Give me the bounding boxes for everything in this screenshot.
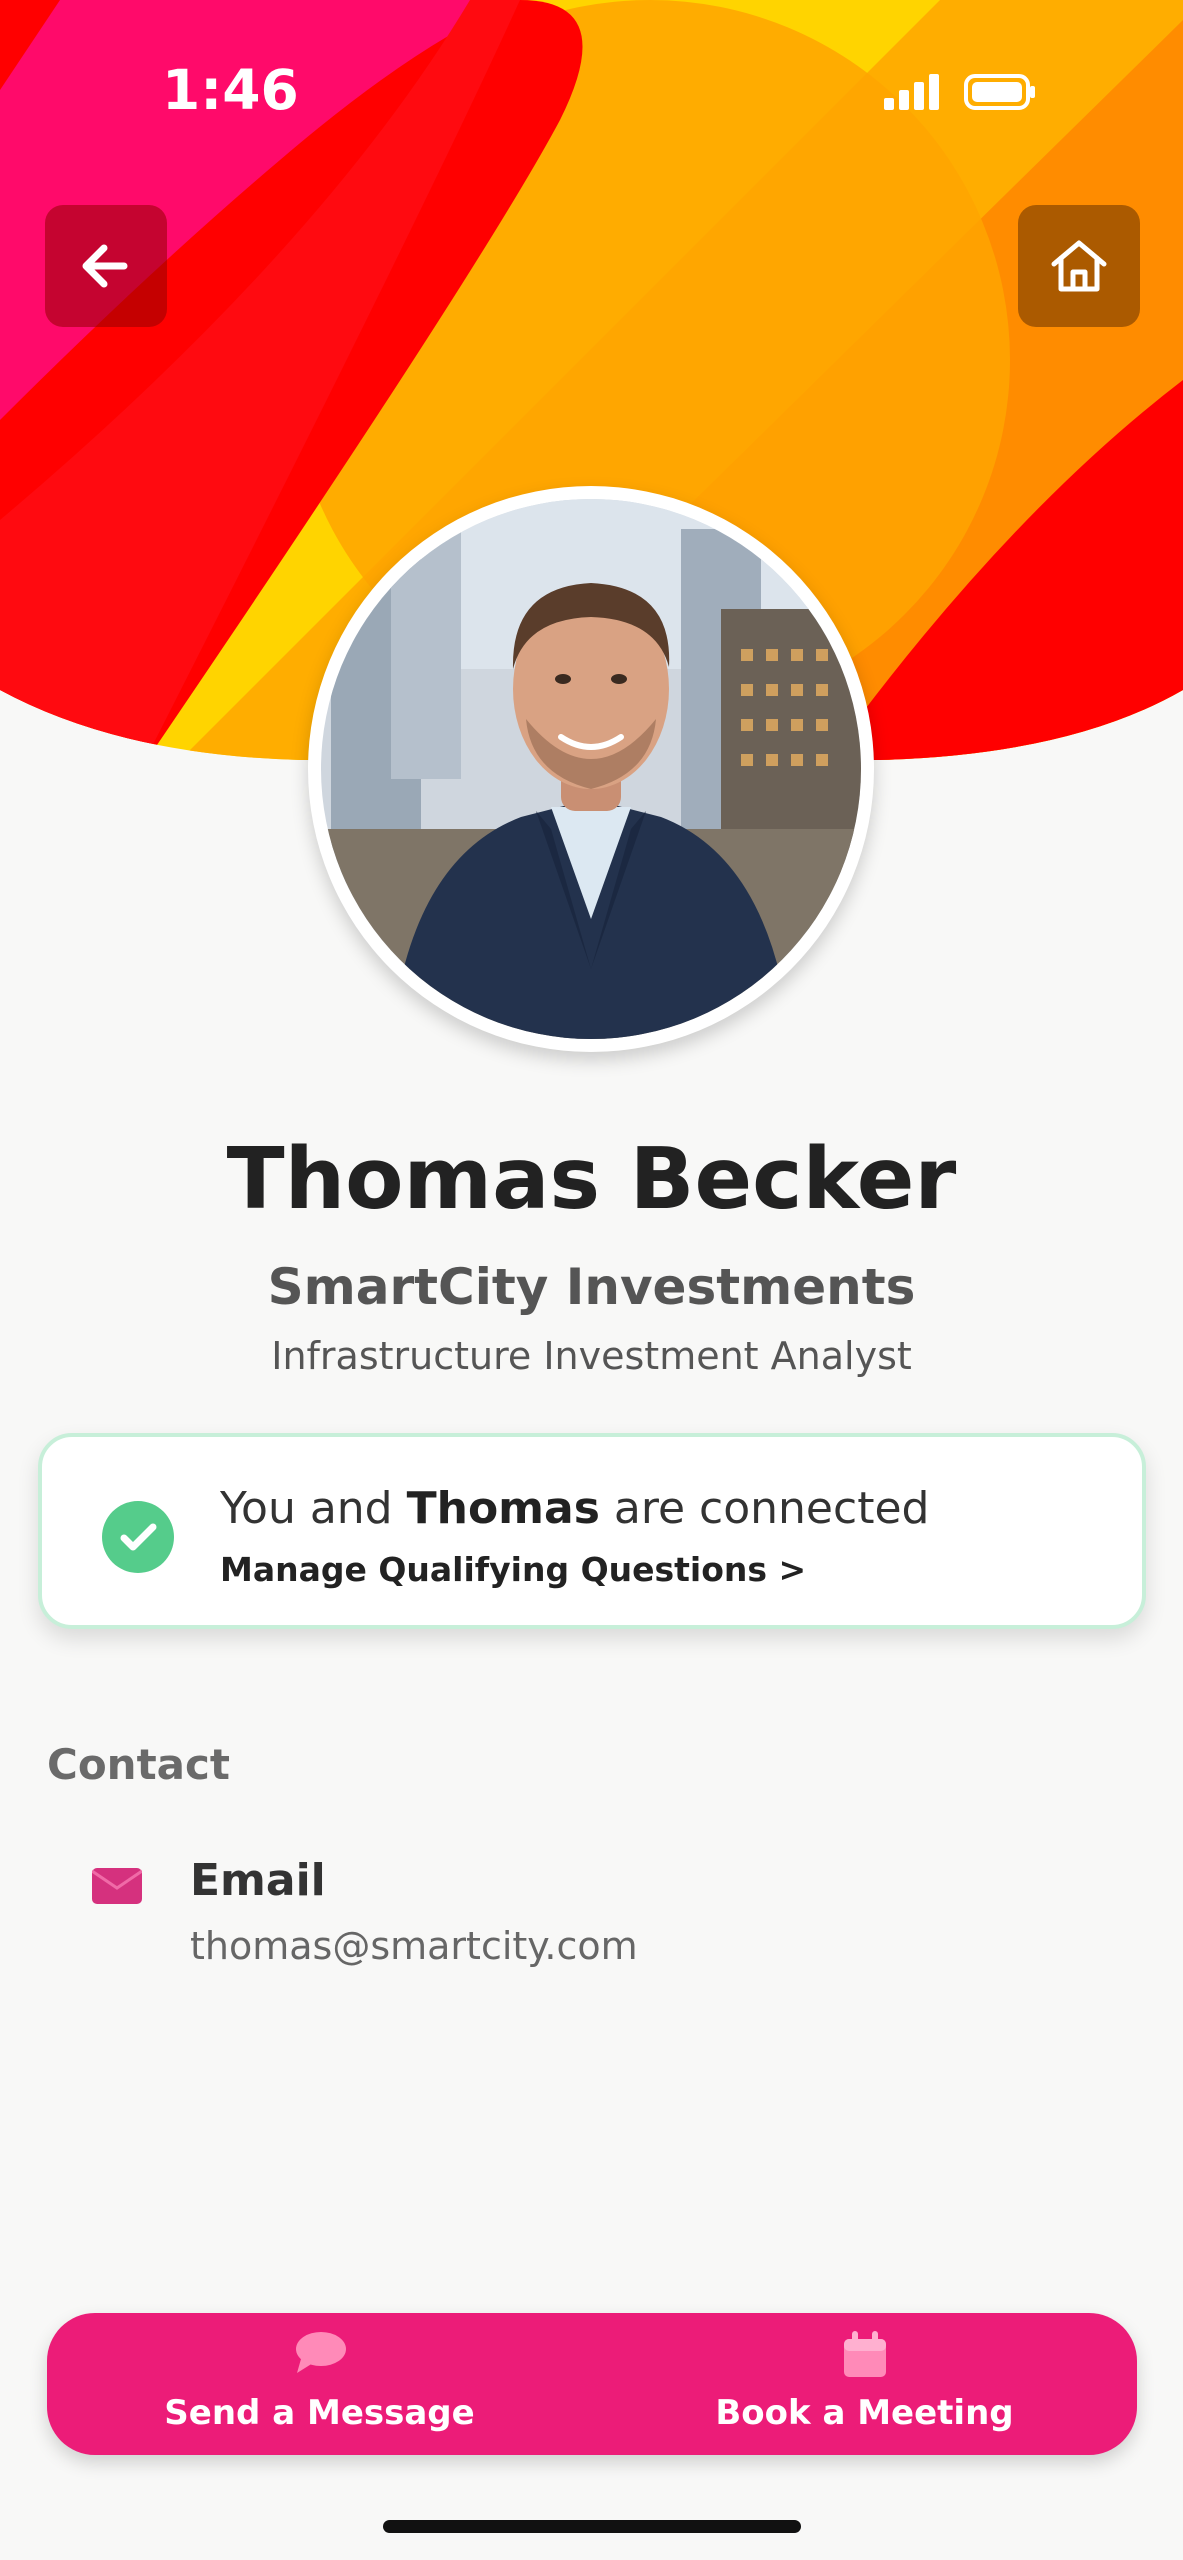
connection-name: Thomas [406, 1483, 600, 1534]
book-meeting-label: Book a Meeting [715, 2393, 1014, 2433]
battery-icon [964, 74, 1035, 110]
send-message-label: Send a Message [164, 2393, 475, 2433]
home-indicator[interactable] [383, 2520, 801, 2533]
contact-section-title: Contact [47, 1740, 230, 1789]
status-icons [884, 70, 1036, 114]
connection-prefix: You and [220, 1483, 393, 1534]
profile-role: Infrastructure Investment Analyst [271, 1334, 912, 1378]
back-button[interactable] [45, 205, 167, 327]
profile-name: Thomas Becker [226, 1130, 957, 1229]
action-bar: Send a Message Book a Meeting [47, 2313, 1137, 2455]
home-button[interactable] [1018, 205, 1140, 327]
calendar-icon [592, 2331, 1137, 2383]
check-circle-icon [102, 1501, 174, 1573]
signal-icon [884, 74, 939, 110]
chat-bubble-icon [47, 2331, 592, 2379]
avatar [308, 486, 874, 1052]
connection-status-text: You and Thomas are connected [220, 1483, 929, 1534]
manage-qualifying-questions-link[interactable]: Manage Qualifying Questions > [220, 1550, 806, 1589]
profile-company: SmartCity Investments [267, 1258, 916, 1316]
send-message-button[interactable]: Send a Message [47, 2313, 592, 2455]
email-label: Email [190, 1855, 326, 1906]
arrow-left-icon [82, 244, 128, 288]
profile-photo [321, 499, 861, 1039]
home-icon [1051, 240, 1107, 292]
book-meeting-button[interactable]: Book a Meeting [592, 2313, 1137, 2455]
connection-status-card: You and Thomas are connected Manage Qual… [38, 1433, 1146, 1629]
email-value[interactable]: thomas@smartcity.com [190, 1924, 638, 1968]
connection-suffix: are connected [613, 1483, 930, 1534]
status-time: 1:46 [162, 58, 299, 122]
envelope-icon [92, 1868, 142, 1904]
